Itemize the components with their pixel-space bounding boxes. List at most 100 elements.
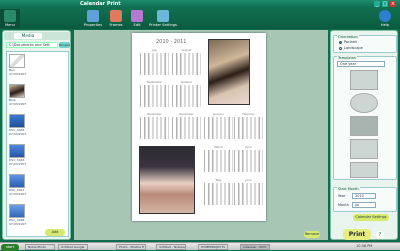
print-button[interactable]: Print [343,229,371,240]
help-button[interactable]: Help [372,9,398,28]
month-name: January [213,112,224,116]
start-button[interactable]: start [1,243,19,251]
day-grid [172,53,201,75]
calendar-settings-button[interactable]: Calendar Settings [353,214,389,221]
photo-frame-bottom[interactable] [139,146,195,214]
folder-path-field[interactable]: C:\Documents and Sett [6,42,58,48]
window-title: Calendar Print [80,1,121,7]
day-grid [172,85,201,107]
thumbnail-item[interactable]: Bhie 07/03/2007 [9,84,27,106]
day-grid [140,85,169,107]
month-grid: June [234,179,263,207]
month-grid: March [204,146,233,174]
start-month-label: Start Month [337,187,360,191]
thumbnail-date: 07/03/2007 [9,161,27,166]
thumbnail-image [9,144,25,158]
thumbnail-image [9,114,25,128]
minimize-icon[interactable]: _ [374,1,380,7]
month-name: October [180,80,193,84]
day-grid [234,150,263,172]
template-thumbnail[interactable] [350,162,378,178]
title-bar: Calendar Print _ □ × [0,0,400,8]
month-name: November [147,112,162,116]
month-grid: August [172,49,201,77]
help-label: Help [380,23,390,27]
day-grid [234,117,263,139]
photo-frame-top[interactable] [208,39,250,105]
template-thumbnail[interactable] [350,116,378,136]
day-grid [204,150,233,172]
month-grid: May [204,179,233,207]
month-grid: January [204,113,233,141]
system-clock: 10:38 PM [356,244,373,248]
taskbar-item[interactable]: Untitled - Notepad [156,244,186,250]
thumbnail-item[interactable]: DSC_0046 07/03/2007 [9,144,27,166]
edit-icon [131,10,143,22]
day-grid [140,117,169,139]
thumbnail-image [9,84,25,98]
menu-icon [4,10,16,22]
frames-label: Frames [109,23,123,27]
template-thumbnail[interactable] [350,70,378,90]
month-grid: September [140,81,169,109]
month-name: March [214,145,223,149]
landscape-radio[interactable] [339,47,342,50]
template-thumbnail[interactable] [350,139,378,159]
taskbar-item[interactable]: Untitled Google [58,244,88,250]
help-round-button[interactable]: ? [376,231,384,239]
taskbar: start Nokia Photo Untitled Google Photo … [0,242,400,251]
month-name: June [245,178,252,182]
calendar-page-preview[interactable]: 2010 - 2011 July August September Octobe… [132,33,266,221]
browse-button[interactable]: Browse [59,42,70,48]
template-thumbnail[interactable] [350,93,378,113]
main-toolbar: Menu Properties Frames Edit Printer Sett… [0,8,400,29]
month-label: Month [338,203,349,207]
day-grid [140,53,169,75]
taskbar-item[interactable]: HOMEPROJECTS [198,244,228,250]
year-select[interactable]: 2010 [352,193,376,199]
month-select[interactable]: Jul [352,202,376,208]
portrait-label: Portrait [344,40,357,44]
template-select[interactable]: One year [337,61,385,67]
month-name: February [242,112,255,116]
month-name: April [245,145,252,149]
thumbnail-item[interactable]: DSC_0048 07/03/2007 [9,204,27,226]
printer-settings-label: Printer Settings [149,23,177,27]
day-grid [234,183,263,205]
month-name: August [181,48,192,52]
maximize-icon[interactable]: □ [382,1,388,7]
month-grid: July [140,49,169,77]
day-grid [204,117,233,139]
tab-media[interactable]: Media [14,33,42,39]
thumbnail-date: 07/03/2007 [9,221,27,226]
thumbnail-list[interactable]: Ban 07/03/2007 Bhie 07/03/2007 DSC_0045 … [6,51,69,237]
thumbnail-image [9,174,25,188]
add-button[interactable]: Add [45,229,65,236]
taskbar-item[interactable]: Nokia Photo [25,244,55,250]
close-icon[interactable]: × [390,1,396,7]
month-grid: December [172,113,201,141]
templates-label: Templates [337,56,357,60]
menu-button[interactable]: Menu [0,9,20,28]
landscape-label: Landscape [344,46,363,50]
options-panel: Orientation Portrait Landscape Templates… [330,30,398,240]
calendar-print-window: Calendar Print _ □ × Menu Properties Fra… [0,0,400,251]
month-name: September [146,80,163,84]
thumbnail-image [9,54,25,68]
thumbnail-item[interactable]: DSC_0045 07/03/2007 [9,114,26,136]
templates-group: Templates One year [333,56,397,180]
printer-settings-button[interactable]: Printer Settings [146,9,180,28]
month-grid: February [234,113,263,141]
thumbnail-date: 07/03/2007 [9,101,27,106]
portrait-radio[interactable] [339,41,342,44]
taskbar-item[interactable]: Photo - Mozilla Fi [116,244,146,250]
help-icon [379,10,391,22]
thumbnail-item[interactable]: DSC_0047 07/03/2007 [9,174,26,196]
day-grid [204,183,233,205]
month-grid: April [234,146,263,174]
properties-icon [87,10,99,22]
remove-button[interactable]: Remove [304,231,320,238]
thumbnail-item[interactable]: Ban 07/03/2007 [9,54,26,76]
taskbar-item[interactable]: Calendar - Print [240,244,270,250]
menu-label: Menu [5,23,15,27]
